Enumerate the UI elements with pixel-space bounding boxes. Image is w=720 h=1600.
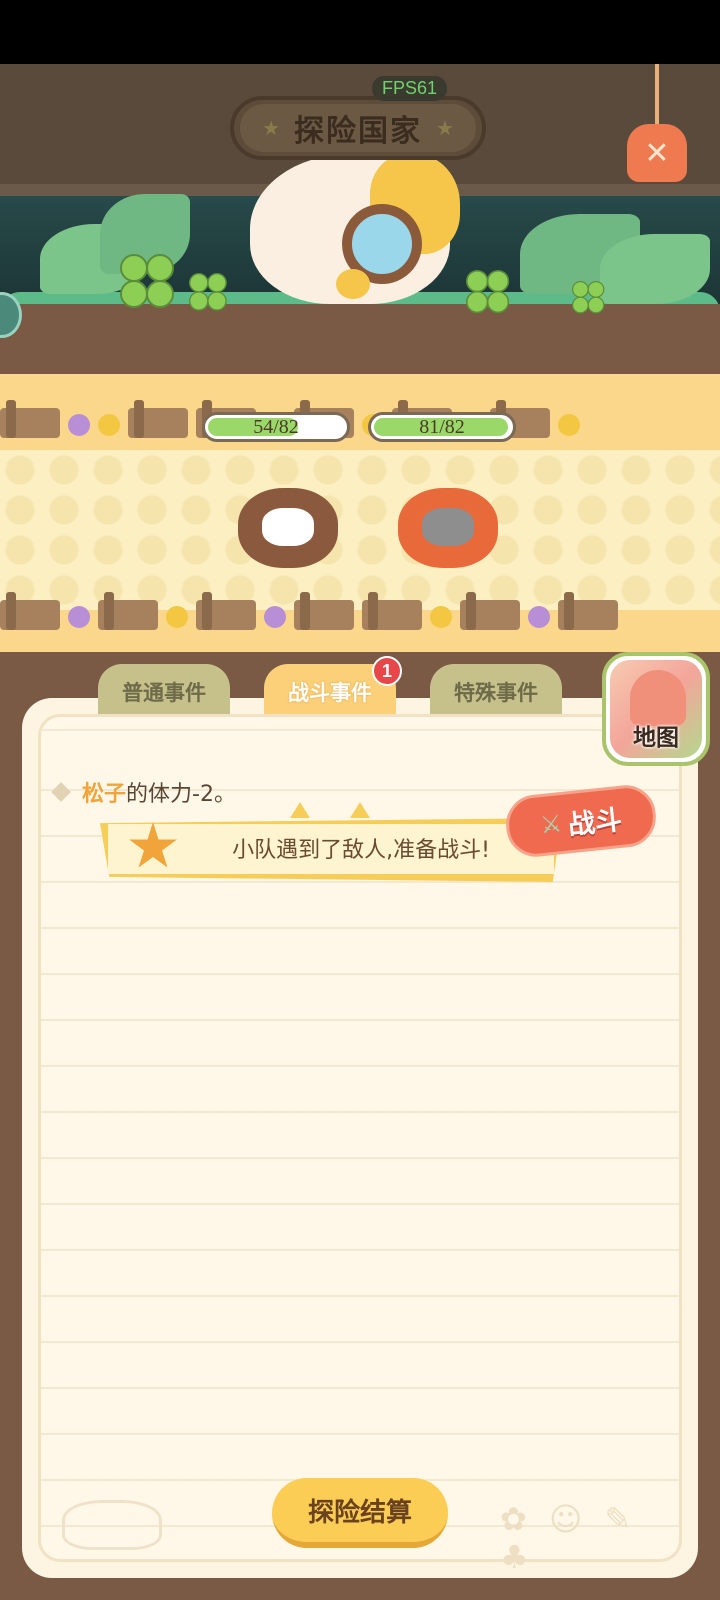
map-button-label: 地图 <box>633 725 679 751</box>
star-icon: ★ <box>262 116 280 140</box>
page-title: 探险国家 <box>294 114 422 149</box>
fence-decoration-bottom <box>0 592 720 636</box>
clover-icon <box>189 273 231 315</box>
enemy-hp-text: 81/82 <box>419 415 465 438</box>
close-button[interactable]: ✕ <box>622 64 692 194</box>
tab-special-events[interactable]: 特殊事件 <box>430 664 562 720</box>
log-text: 的体力-2。 <box>126 782 236 807</box>
close-icon: ✕ <box>627 124 687 182</box>
chick <box>300 269 334 299</box>
event-text: 小队遇到了敌人,准备战斗! <box>232 838 490 863</box>
star-icon: ★ <box>436 116 454 140</box>
settle-exploration-button[interactable]: 探险结算 <box>272 1478 448 1548</box>
fps-counter: FPS61 <box>372 76 448 101</box>
log-entry: 松子的体力-2。 <box>51 776 236 808</box>
notification-badge: 1 <box>372 656 402 686</box>
battle-tag-label: 战斗 <box>566 804 624 841</box>
exploration-scene: ★ 探险国家 ★ FPS61 ✕ <box>0 64 720 374</box>
status-bar <box>0 0 720 64</box>
cat-doodle-decoration <box>62 1500 162 1550</box>
enemy-hp-bar: 81/82 <box>368 412 516 442</box>
fence-decoration-top <box>0 400 720 444</box>
battle-strip: 54/82 81/82 <box>0 374 720 652</box>
clover-icon <box>120 254 180 314</box>
enemy-samurai-cat-character <box>398 468 508 578</box>
leaf-decoration <box>600 234 710 304</box>
clover-icon <box>466 270 514 318</box>
map-button[interactable]: 地图 <box>602 652 710 766</box>
clover-icon <box>572 281 608 317</box>
ally-cat-character <box>238 468 348 578</box>
ally-hp-bar: 54/82 <box>202 412 350 442</box>
ally-hp-text: 54/82 <box>253 415 299 438</box>
log-character-name: 松子 <box>82 782 127 807</box>
chick <box>336 269 370 299</box>
title-banner: ★ 探险国家 ★ <box>230 96 486 160</box>
map-icon: 地图 <box>610 660 702 758</box>
crossed-swords-icon: ⚔ <box>538 809 564 840</box>
food-doodle-decoration: ✿ ☺ ✎ ♣ <box>500 1500 638 1576</box>
tab-normal-events[interactable]: 普通事件 <box>98 664 230 720</box>
bullet-icon <box>51 782 71 802</box>
